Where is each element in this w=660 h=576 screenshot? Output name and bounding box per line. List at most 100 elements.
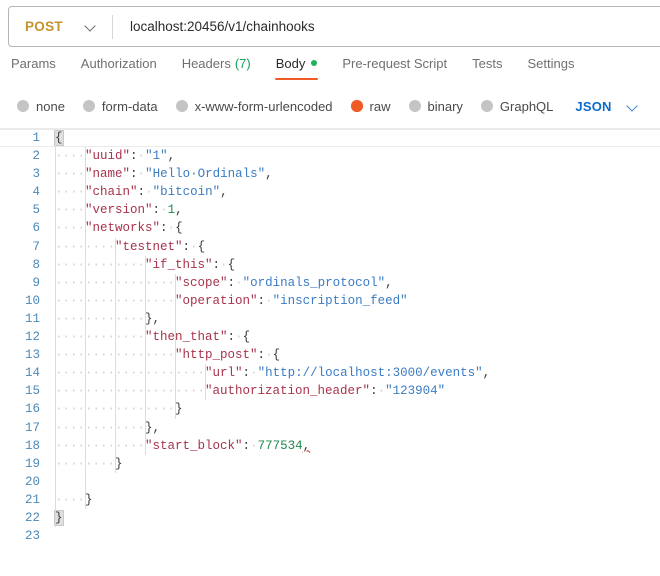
code-line[interactable]: 16 ················} [0, 400, 660, 418]
tab-settings[interactable]: Settings [527, 56, 574, 80]
token-str: "http://localhost:3000/events" [257, 366, 483, 381]
code-line[interactable]: 19 ········} [0, 455, 660, 473]
indent-guide [115, 237, 117, 473]
radio-unselected-icon [82, 100, 95, 112]
token-key: "then_that" [145, 330, 228, 345]
code-line[interactable]: 4 ····"chain":·"bitcoin", [0, 183, 660, 201]
code-line-text: ····"version":·1, [55, 201, 183, 219]
body-type-raw[interactable]: raw [350, 99, 391, 114]
token-punct: , [167, 149, 176, 164]
tab-label: Pre-request Script [342, 56, 448, 71]
code-line[interactable]: 22} [0, 509, 660, 527]
token-punct: { [242, 330, 251, 345]
token-str: "ordinals_protocol" [242, 275, 386, 290]
code-line[interactable]: 13················"http_post":·{ [0, 346, 660, 364]
http-method-dropdown[interactable]: POST [9, 7, 96, 46]
token-key: "uuid" [85, 149, 131, 164]
token-punct: , [385, 275, 393, 290]
url-input[interactable] [112, 7, 660, 46]
code-line[interactable]: 11 ············}, [0, 310, 660, 328]
token-punct: : [130, 167, 138, 182]
body-type-graphql[interactable]: GraphQL [480, 99, 553, 114]
tab-headers[interactable]: Headers (7) [182, 56, 251, 80]
request-url-bar: POST [8, 6, 660, 47]
radio-unselected-icon [17, 100, 29, 112]
token-bracket: { [54, 130, 64, 146]
radio-label: form-data [101, 98, 158, 114]
body-modified-dot-icon [311, 59, 318, 66]
raw-format-label: JSON [575, 98, 612, 114]
body-type-urlencoded[interactable]: x-www-form-urlencoded [175, 98, 333, 114]
token-punct: , [175, 203, 183, 218]
body-type-form-data[interactable]: form-data [82, 98, 158, 114]
code-line-text: ················} [55, 400, 183, 418]
token-key: "version" [85, 203, 153, 218]
token-ws: · [377, 384, 386, 399]
request-body-code-editor[interactable]: 1{2 ····"uuid":·"1", 3 ····"name":·"Hello·O… [0, 128, 660, 576]
tab-label: Headers [181, 56, 231, 71]
code-line[interactable]: 15 ····················"authorization_hea… [0, 382, 660, 400]
code-line[interactable]: 20 [0, 473, 660, 491]
code-line[interactable]: 12 ············"then_that":·{ [0, 328, 660, 346]
body-type-radio-group: none form-data x-www-form-urlencoded raw… [0, 94, 660, 118]
code-line[interactable]: 6 ····"networks":·{ [0, 219, 660, 237]
indent-whitespace: ···················· [55, 366, 206, 381]
code-line[interactable]: 1{ [0, 129, 660, 148]
code-line[interactable]: 17 ············}, [0, 419, 660, 437]
line-number: 4 [32, 185, 40, 200]
code-lines-container: 1{2 ····"uuid":·"1", 3 ····"name":·"Hello·O… [0, 129, 660, 576]
code-line[interactable]: 8 ············"if_this":·{ [0, 256, 660, 274]
token-ws: · [220, 257, 228, 272]
indent-guide [85, 147, 87, 510]
line-number: 19 [24, 456, 40, 471]
token-key: "start_block" [145, 438, 243, 453]
code-line[interactable]: 2 ····"uuid":·"1", [0, 147, 660, 165]
code-line[interactable]: 18 ············"start_block":·777534, [0, 437, 660, 455]
tab-authorization[interactable]: Authorization [81, 56, 157, 80]
code-line[interactable]: 7········"testnet":·{ [0, 238, 660, 256]
code-line[interactable]: 21 ····} [0, 491, 660, 509]
code-line-text: ····"uuid":·"1", [55, 147, 175, 165]
code-line[interactable]: 23 [0, 527, 660, 545]
code-line[interactable]: 5 ····"version":·1, [0, 201, 660, 219]
indent-whitespace: ············ [55, 438, 146, 453]
token-key: "http_post" [175, 348, 258, 363]
code-line[interactable]: 10················"operation":·"inscript… [0, 292, 660, 310]
tab-tests[interactable]: Tests [472, 56, 502, 80]
indent-whitespace: ···· [55, 203, 86, 218]
raw-format-dropdown[interactable]: JSON [575, 99, 637, 114]
token-punct: : [137, 185, 146, 200]
body-type-binary[interactable]: binary [408, 99, 463, 114]
code-line-text: ········"testnet":·{ [55, 238, 205, 256]
body-type-none[interactable]: none [17, 99, 65, 114]
tab-body[interactable]: Body [274, 56, 318, 80]
tab-pre-request-script[interactable]: Pre-request Script [342, 56, 447, 80]
token-punct: : [242, 366, 251, 381]
tab-params[interactable]: Params [11, 56, 56, 80]
token-ws: · [167, 221, 176, 236]
radio-label: x-www-form-urlencoded [194, 98, 333, 114]
tab-label: Settings [527, 56, 575, 71]
token-punct: { [197, 239, 206, 254]
token-error: , [302, 438, 311, 453]
line-number: 14 [24, 366, 40, 381]
tab-label: Tests [472, 56, 503, 71]
code-line[interactable]: 14 ····················"url":·"http://loc… [0, 364, 660, 382]
indent-guide [175, 273, 177, 419]
line-number: 17 [24, 420, 40, 435]
token-ws: · [137, 167, 146, 182]
code-line-text: ················"scope":·"ordinals_proto… [55, 274, 393, 292]
line-number: 3 [32, 167, 40, 182]
code-line[interactable]: 3 ····"name":·"Hello·Ordinals", [0, 165, 660, 183]
token-str: "Hello·Ordinals" [145, 167, 266, 182]
token-ws: · [190, 239, 198, 254]
line-number: 6 [32, 221, 40, 236]
token-punct: } [85, 492, 93, 507]
code-line[interactable]: 9················"scope":·"ordinals_prot… [0, 274, 660, 292]
line-number: 23 [24, 529, 40, 544]
indent-whitespace: ···················· [55, 384, 206, 399]
line-number: 20 [24, 474, 40, 489]
token-punct: { [227, 257, 236, 272]
token-ws: · [137, 149, 146, 164]
code-line-text: ····················"authorization_heade… [55, 382, 445, 400]
